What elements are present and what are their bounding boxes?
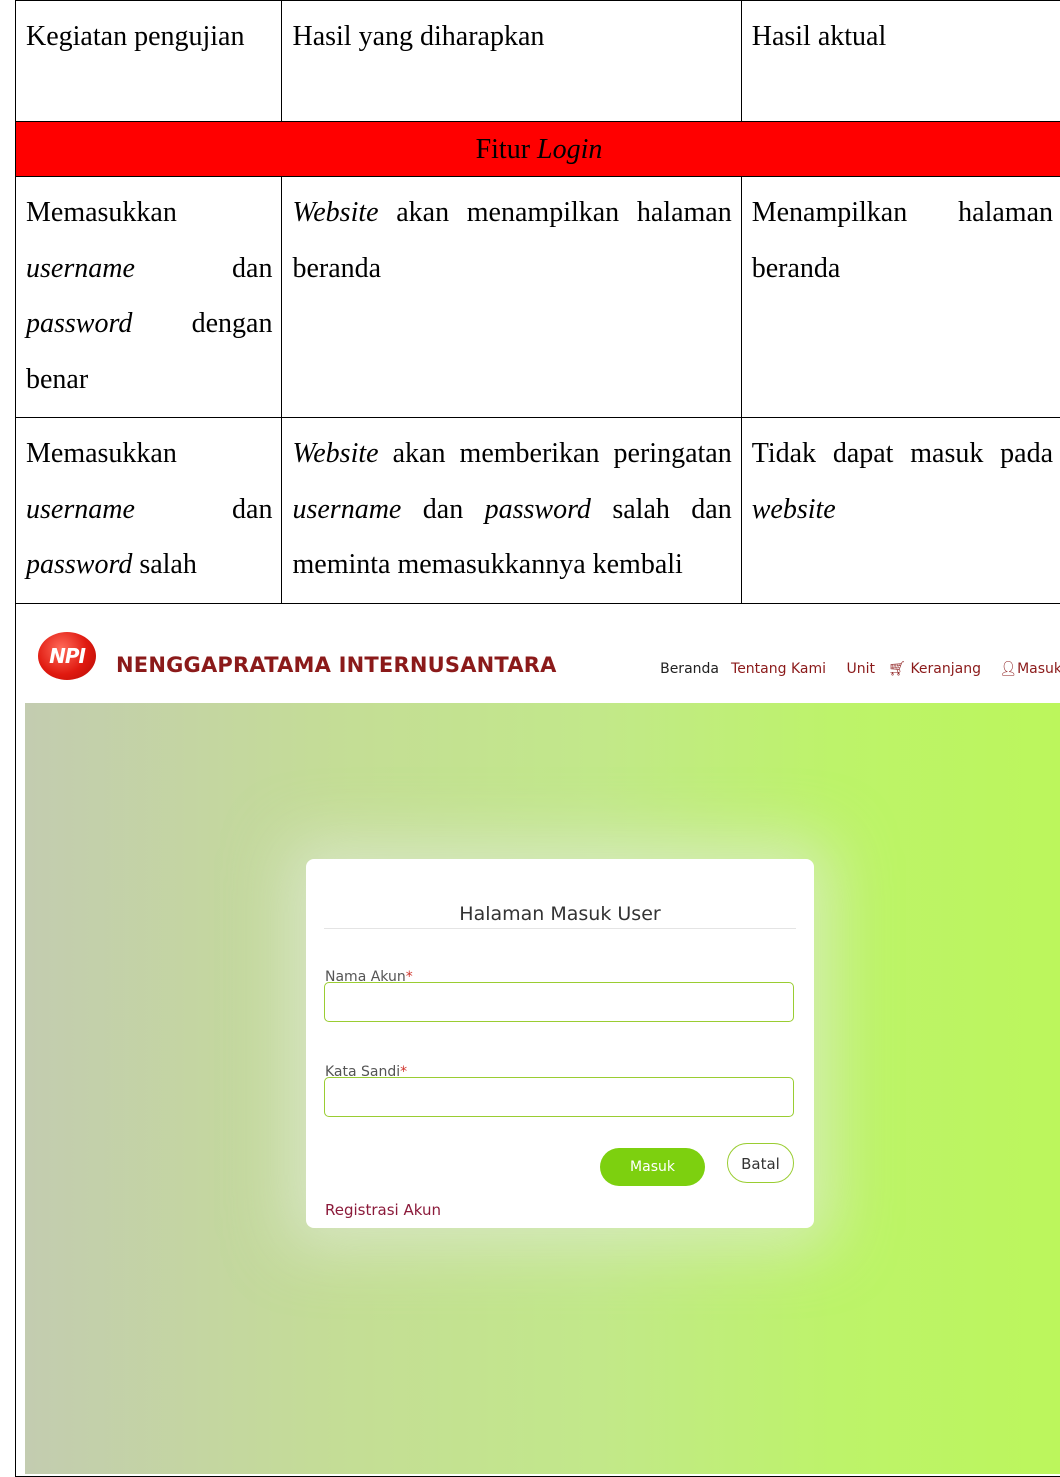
card-divider [324, 928, 796, 929]
nav-keranjang[interactable]: 🛒︎ Keranjang [888, 642, 981, 698]
row1-hasil-diharapkan: Website akan menampilkan halaman beranda [282, 177, 741, 418]
navbar: NPI NENGGAPRATAMA INTERNUSANTARA Beranda… [16, 604, 1060, 703]
register-link[interactable]: Registrasi Akun [325, 1183, 441, 1239]
password-input[interactable] [324, 1077, 794, 1117]
table-header-row: Kegiatan pengujian Hasil yang diharapkan… [16, 1, 1060, 122]
username-input[interactable] [324, 982, 794, 1022]
header-hasil-aktual: Hasil aktual [741, 1, 1060, 122]
screenshot-row: NPI NENGGAPRATAMA INTERNUSANTARA Beranda… [16, 603, 1060, 1476]
table-row: Memasukkan username dan password salah W… [16, 418, 1060, 604]
nav-keranjang-label: Keranjang [910, 661, 981, 677]
screenshot-cell: NPI NENGGAPRATAMA INTERNUSANTARA Beranda… [16, 603, 1060, 1476]
brand-name[interactable]: NENGGAPRATAMA INTERNUSANTARA [116, 638, 557, 694]
row1-hasil-aktual: Menampilkan halaman beranda [741, 177, 1060, 418]
login-card: Halaman Masuk User Nama Akun* Kata Sandi… [306, 859, 814, 1228]
cart-icon: 🛒︎ [888, 661, 906, 677]
header-hasil-diharapkan: Hasil yang diharapkan [282, 1, 741, 122]
nav-masuk-label: Masuk [1017, 661, 1060, 677]
section-title: Fitur Login [16, 122, 1060, 177]
masuk-button[interactable]: Masuk [600, 1148, 705, 1186]
section-prefix: Fitur [476, 134, 537, 165]
test-case-table: Kegiatan pengujian Hasil yang diharapkan… [15, 0, 1060, 1477]
batal-button[interactable]: Batal [727, 1143, 794, 1183]
hero-background: Halaman Masuk User Nama Akun* Kata Sandi… [25, 703, 1060, 1474]
user-icon: 👤︎ [999, 661, 1017, 677]
brand-logo[interactable]: NPI [38, 632, 96, 680]
nav-masuk[interactable]: 👤︎Masuk [999, 642, 1060, 698]
nav-tentang-kami[interactable]: Tentang Kami [731, 642, 826, 698]
row1-kegiatan: Memasukkan username dan password dengan … [16, 177, 282, 418]
section-row-login: Fitur Login [16, 122, 1060, 177]
login-title: Halaman Masuk User [306, 887, 814, 943]
row2-kegiatan: Memasukkan username dan password salah [16, 418, 282, 604]
header-kegiatan: Kegiatan pengujian [16, 1, 282, 122]
row2-hasil-diharapkan: Website akan memberikan peringatan usern… [282, 418, 741, 604]
table-row: Memasukkan username dan password dengan … [16, 177, 1060, 418]
website-screenshot: NPI NENGGAPRATAMA INTERNUSANTARA Beranda… [16, 604, 1060, 1474]
nav-beranda[interactable]: Beranda [660, 642, 719, 698]
row2-hasil-aktual: Tidak dapat masuk pada website [741, 418, 1060, 604]
section-italic: Login [537, 134, 602, 165]
nav-unit[interactable]: Unit [847, 642, 876, 698]
